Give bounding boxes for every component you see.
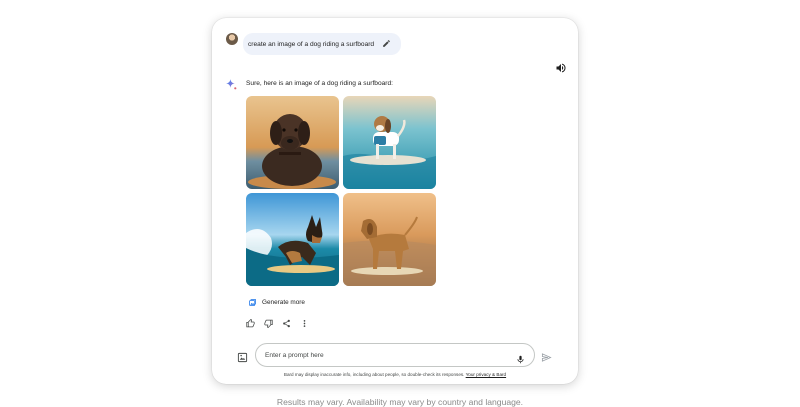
user-avatar: [226, 33, 238, 45]
thumbs-up-icon[interactable]: [246, 319, 255, 328]
generated-image-2[interactable]: [343, 96, 436, 189]
hound-on-surfboard-sunset-image: [343, 193, 436, 286]
generated-image-3[interactable]: [246, 193, 339, 286]
generated-image-1[interactable]: [246, 96, 339, 189]
response-actions: [246, 319, 309, 328]
send-icon[interactable]: [541, 350, 552, 362]
response-text: Sure, here is an image of a dog riding a…: [246, 80, 393, 87]
bard-sparkle-icon: [225, 78, 238, 91]
thumbs-down-icon[interactable]: [264, 319, 273, 328]
beagle-on-paddleboard-image: [343, 96, 436, 189]
user-prompt-text: create an image of a dog riding a surfbo…: [248, 40, 375, 48]
prompt-input[interactable]: [265, 351, 505, 359]
disclaimer: Bard may display inaccurate info, includ…: [212, 372, 578, 377]
labrador-on-surfboard-image: [246, 96, 339, 189]
privacy-link[interactable]: Your privacy & Bard: [466, 372, 506, 377]
microphone-icon[interactable]: [516, 351, 525, 364]
prompt-input-container: [255, 343, 535, 367]
more-options-icon[interactable]: [300, 319, 309, 328]
speaker-icon[interactable]: [555, 61, 567, 73]
pencil-edit-icon[interactable]: [382, 39, 391, 48]
shepherd-surfing-wave-image: [246, 193, 339, 286]
generate-more-label: Generate more: [262, 298, 305, 306]
chat-card: create an image of a dog riding a surfbo…: [212, 18, 578, 384]
generated-image-4[interactable]: [343, 193, 436, 286]
disclaimer-text: Bard may display inaccurate info, includ…: [283, 372, 465, 377]
user-prompt-bubble: create an image of a dog riding a surfbo…: [243, 33, 401, 55]
share-icon[interactable]: [282, 319, 291, 328]
generate-more-button[interactable]: Generate more: [248, 296, 305, 308]
image-stack-icon: [249, 298, 256, 306]
image-upload-icon[interactable]: [237, 350, 248, 363]
image-grid: [246, 96, 436, 286]
